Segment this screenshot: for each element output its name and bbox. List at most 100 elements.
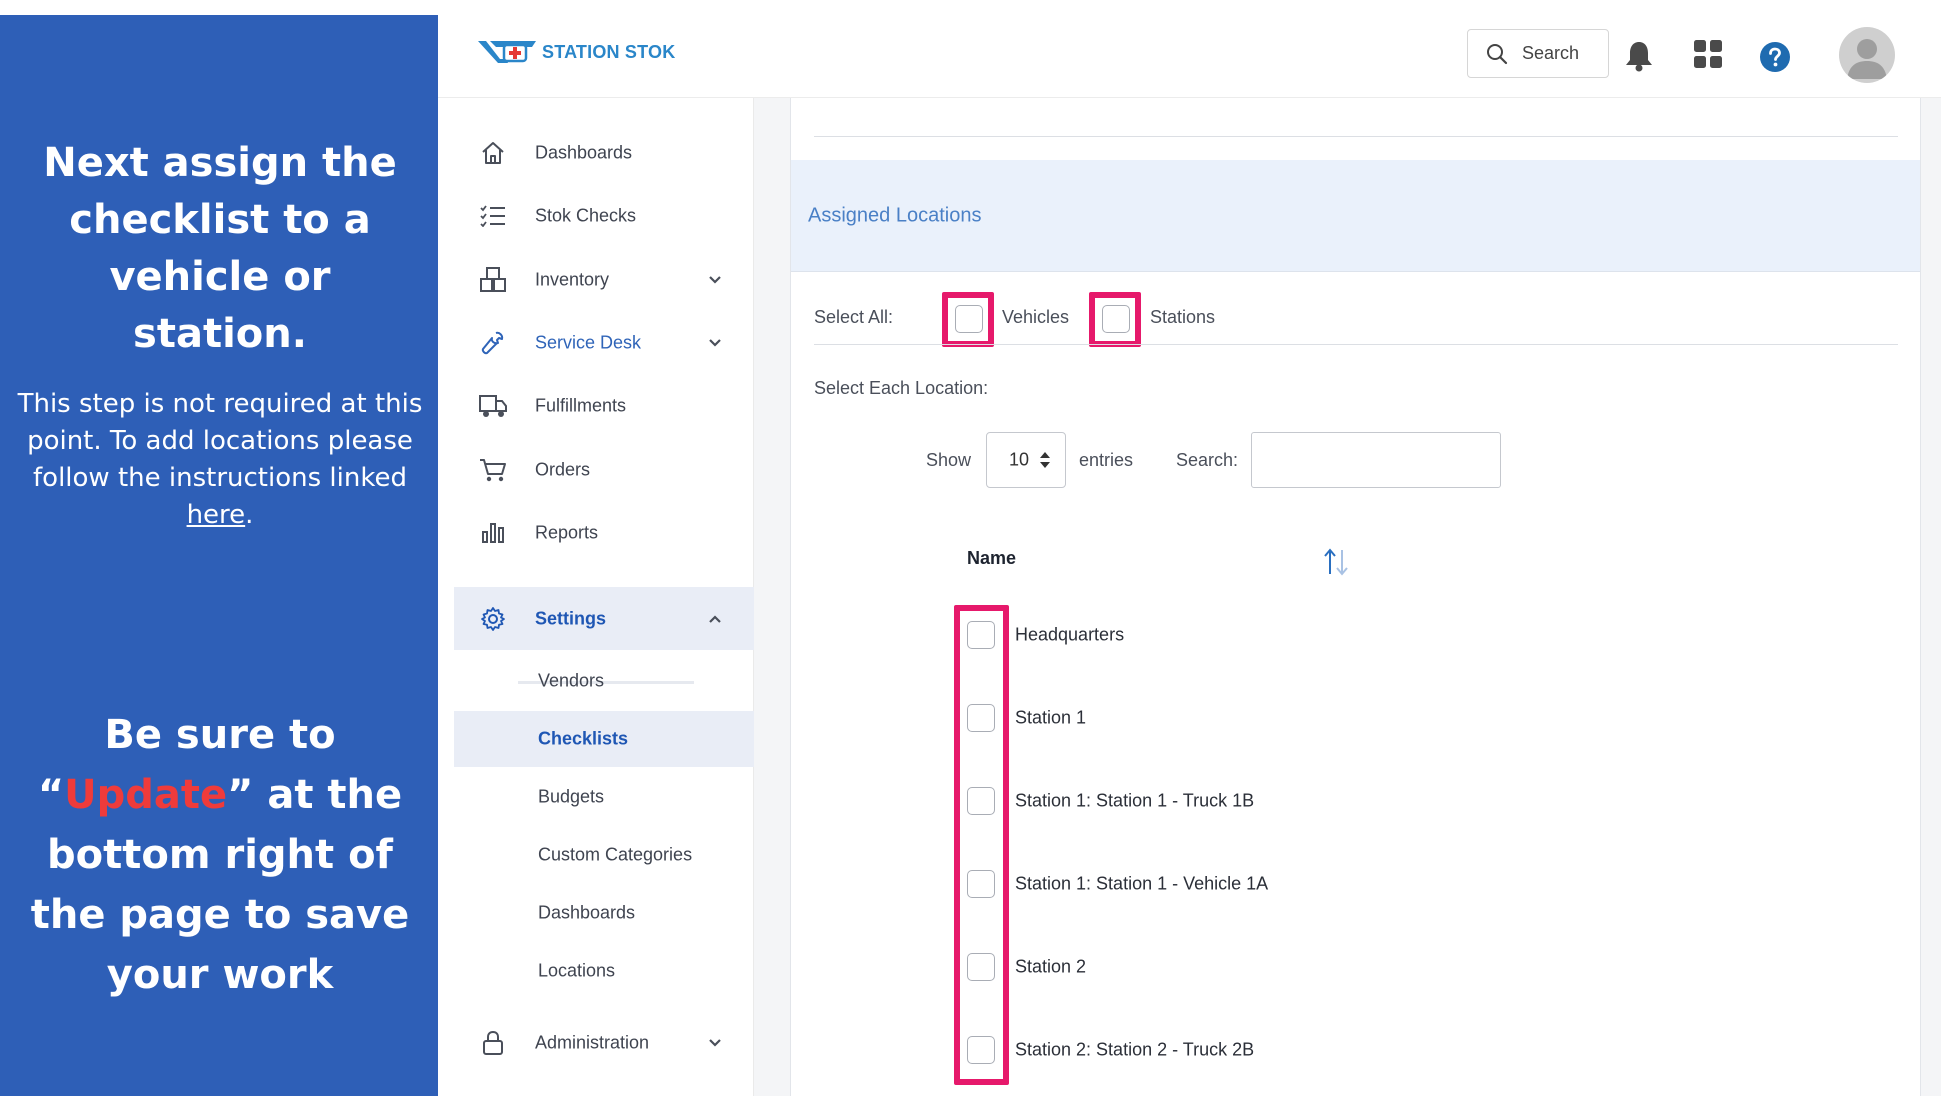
- chevron-down-icon: [709, 1039, 721, 1047]
- location-name: Station 1: Station 1 - Truck 1B: [1015, 790, 1255, 811]
- wrench-icon: [478, 328, 508, 358]
- card-divider: [814, 136, 1898, 137]
- sidebar-item-fulfillments[interactable]: Fulfillments: [438, 376, 754, 436]
- boxes-icon: [478, 265, 508, 295]
- sidebar: Dashboards Stok Checks Inventory Service…: [438, 98, 754, 1096]
- settings-sub-checklists[interactable]: Checklists: [454, 711, 754, 767]
- select-all-vehicles-checkbox[interactable]: [955, 305, 983, 333]
- instruction-note: This step is not required at this point.…: [15, 386, 425, 534]
- sort-updown-icon: [1040, 452, 1050, 468]
- table-row[interactable]: Station 1: Station 1 - Vehicle 1A: [967, 864, 1467, 904]
- location-checkbox[interactable]: [967, 621, 995, 649]
- settings-sub-label: Checklists: [538, 728, 629, 749]
- settings-sub-label: Vendors: [538, 670, 605, 691]
- show-label: Show: [926, 450, 972, 470]
- instruction-note-text: This step is not required at this point.…: [17, 389, 423, 493]
- sidebar-item-orders[interactable]: Orders: [438, 440, 754, 500]
- settings-sub-label: Custom Categories: [538, 844, 693, 865]
- entries-select[interactable]: 10: [986, 432, 1066, 488]
- sidebar-item-label: Reports: [535, 522, 599, 543]
- global-search-label: Search: [1522, 43, 1580, 63]
- section-title: Assigned Locations: [808, 204, 982, 226]
- location-name: Station 1: Station 1 - Vehicle 1A: [1015, 873, 1269, 894]
- location-name: Station 2: Station 2 - Truck 2B: [1015, 1039, 1255, 1060]
- gear-icon: [478, 604, 508, 634]
- settings-sub-vendors[interactable]: Vendors: [438, 653, 754, 709]
- sidebar-item-inventory[interactable]: Inventory: [438, 250, 754, 310]
- column-header-name[interactable]: Name: [967, 548, 1016, 569]
- select-each-label: Select Each Location:: [814, 378, 989, 398]
- station-stok-logo-icon: [478, 41, 536, 63]
- sidebar-item-administration[interactable]: Administration: [438, 1013, 754, 1073]
- sidebar-item-label: Settings: [535, 608, 607, 628]
- table-search-label: Search:: [1176, 450, 1239, 470]
- table-search-input[interactable]: [1251, 432, 1501, 488]
- delivery-truck-icon: [478, 391, 508, 421]
- location-checkbox[interactable]: [967, 787, 995, 815]
- search-icon: [1487, 43, 1508, 64]
- chevron-down-icon: [709, 339, 721, 347]
- top-bar: STATION STOK Search: [438, 0, 1941, 98]
- sidebar-item-service-desk[interactable]: Service Desk: [438, 313, 754, 373]
- location-checkbox[interactable]: [967, 704, 995, 732]
- location-checkbox[interactable]: [967, 870, 995, 898]
- sort-arrows-icon[interactable]: [1323, 548, 1349, 576]
- location-name: Headquarters: [1015, 624, 1125, 645]
- highlight-box: [954, 605, 1009, 1085]
- settings-sub-budgets[interactable]: Budgets: [438, 769, 754, 825]
- cart-icon: [478, 455, 508, 485]
- stations-label: Stations: [1150, 307, 1216, 327]
- lock-icon: [478, 1028, 508, 1058]
- settings-sub-locations[interactable]: Locations: [438, 943, 754, 999]
- apps-grid-icon[interactable]: [1694, 40, 1722, 68]
- bell-icon[interactable]: [1624, 40, 1654, 72]
- bar-chart-icon: [478, 518, 508, 548]
- help-icon[interactable]: [1759, 41, 1791, 73]
- entries-label: entries: [1079, 450, 1134, 470]
- screen: Next assign the checklist to a vehicle o…: [0, 0, 1941, 1096]
- chevron-down-icon: [709, 276, 721, 284]
- sidebar-item-label: Service Desk: [535, 332, 642, 353]
- select-all-label: Select All:: [814, 307, 894, 327]
- home-icon: [478, 138, 508, 168]
- assigned-locations-header: Assigned Locations: [791, 160, 1920, 272]
- instruction-panel: Next assign the checklist to a vehicle o…: [0, 15, 438, 1096]
- sidebar-item-label: Stok Checks: [535, 205, 637, 226]
- table-row[interactable]: Station 2: [967, 947, 1467, 987]
- chevron-up-icon: [709, 614, 721, 623]
- sidebar-item-dashboards[interactable]: Dashboards: [438, 123, 754, 183]
- location-checkbox[interactable]: [967, 953, 995, 981]
- instruction-link[interactable]: here: [187, 500, 246, 530]
- instruction-reminder: Be sure to “Update” at the bottom right …: [20, 705, 420, 1005]
- location-name: Station 2: [1015, 956, 1087, 977]
- table-row[interactable]: Station 2: Station 2 - Truck 2B: [967, 1030, 1467, 1070]
- sidebar-item-label: Fulfillments: [535, 395, 627, 416]
- reminder-update-word: Update: [64, 772, 228, 818]
- global-search-button[interactable]: Search: [1467, 29, 1609, 78]
- settings-sub-label: Dashboards: [538, 902, 636, 923]
- table-row[interactable]: Headquarters: [967, 615, 1467, 655]
- location-name: Station 1: [1015, 707, 1087, 728]
- table-row[interactable]: Station 1: [967, 698, 1467, 738]
- location-checkbox[interactable]: [967, 1036, 995, 1064]
- settings-sub-dashboards[interactable]: Dashboards: [438, 885, 754, 941]
- logo-text: STATION STOK: [542, 41, 676, 62]
- sidebar-item-label: Inventory: [535, 269, 610, 290]
- instruction-note-end: .: [245, 500, 254, 530]
- user-avatar[interactable]: [1839, 27, 1895, 83]
- sidebar-item-reports[interactable]: Reports: [438, 503, 754, 563]
- sidebar-item-stok-checks[interactable]: Stok Checks: [438, 186, 754, 246]
- vehicles-label: Vehicles: [1002, 307, 1070, 327]
- select-all-stations-checkbox[interactable]: [1102, 305, 1130, 333]
- settings-sub-custom-categories[interactable]: Custom Categories: [438, 827, 754, 883]
- user-icon: [1847, 39, 1887, 79]
- sidebar-item-label: Orders: [535, 459, 591, 480]
- sidebar-item-settings[interactable]: Settings: [454, 587, 754, 650]
- select-all-divider: [814, 344, 1898, 345]
- sidebar-item-label: Dashboards: [535, 142, 633, 163]
- settings-sub-label: Locations: [538, 960, 616, 981]
- checklist-icon: [478, 201, 508, 231]
- table-row[interactable]: Station 1: Station 1 - Truck 1B: [967, 781, 1467, 821]
- app-logo[interactable]: STATION STOK: [476, 35, 675, 69]
- settings-sub-label: Budgets: [538, 786, 605, 807]
